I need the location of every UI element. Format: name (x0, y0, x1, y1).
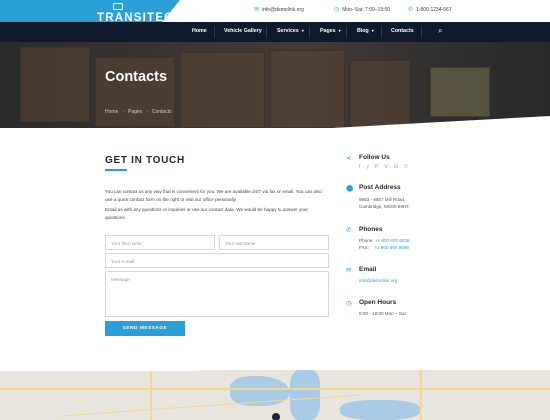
twitter-icon[interactable]: y (366, 164, 369, 170)
nav-pages[interactable]: Pages ▾ (320, 28, 341, 34)
email-field[interactable]: Your e-mail (105, 253, 329, 268)
nav-blog[interactable]: Blog ▾ (357, 28, 374, 34)
open-hours-title: Open Hours (359, 299, 397, 306)
phones-title: Phones (359, 226, 383, 233)
post-address-title: Post Address (359, 184, 401, 191)
nav-home[interactable]: Home (192, 28, 207, 34)
map-water (340, 400, 420, 420)
share-icon: ⋖ (346, 155, 352, 162)
post-address-line: Cambridge, MG09 99HT. (359, 204, 410, 209)
map-road (150, 370, 152, 420)
nav-divider (346, 26, 347, 38)
header-hours: ◷ Mon–Sat: 7:00–19:00 (334, 6, 391, 14)
search-icon[interactable]: ⌕ (438, 26, 442, 36)
breadcrumb-current: Contacts (151, 109, 172, 115)
send-message-button[interactable]: SEND MESSAGE (105, 321, 185, 336)
email-title: Email (359, 266, 377, 273)
social-links: f y P V G ℛ (359, 164, 408, 170)
post-address-line: 9863 - 9867 Mill Road, (359, 197, 406, 202)
section-heading: GET IN TOUCH (105, 155, 185, 166)
follow-us-title: Follow Us (359, 154, 390, 161)
vimeo-icon[interactable]: V (385, 164, 388, 170)
fax-link[interactable]: +1 800 889 9898 (374, 245, 409, 250)
phone-link[interactable]: +1 800 603 6035 (375, 238, 410, 243)
map-road (420, 370, 422, 420)
nav-vehicle-gallery[interactable]: Vehicle Gallery (224, 28, 262, 34)
nav-divider (381, 26, 382, 38)
header-phone[interactable]: ✆ 1-800-1234-567 (408, 6, 452, 14)
clock-icon: ◷ (334, 7, 340, 13)
nav-services[interactable]: Services ▾ (277, 28, 304, 34)
nav-divider (266, 26, 267, 38)
fax-line: FAX: +1 800 889 9898 (359, 245, 409, 250)
heading-underline (105, 169, 127, 171)
message-field[interactable]: Message (105, 271, 329, 317)
hero-banner: Contacts Home › Pages › Contacts (0, 42, 550, 128)
map-road (0, 388, 550, 390)
nav-divider (421, 26, 422, 38)
nav-contacts[interactable]: Contacts (391, 28, 414, 34)
map-water (290, 370, 320, 420)
breadcrumb-separator: › (122, 109, 125, 115)
chevron-down-icon: ▾ (371, 28, 374, 33)
nav-divider (214, 26, 215, 38)
location-map[interactable] (0, 370, 550, 420)
rss-icon[interactable]: ℛ (404, 164, 408, 170)
envelope-icon: ✉ (254, 7, 260, 13)
hero-overlay (0, 42, 550, 128)
intro-paragraph: You can contact us any way that is conve… (105, 189, 322, 202)
phone-line: Phone: +1 800 603 6035 (359, 238, 410, 243)
main-nav: Home Vehicle Gallery Services ▾ Pages ▾ Bl… (0, 22, 550, 42)
breadcrumb-home[interactable]: Home (105, 109, 118, 115)
breadcrumb-pages[interactable]: Pages (128, 109, 142, 115)
first-name-field[interactable]: Your first name (105, 235, 215, 250)
clock-icon: ◷ (346, 300, 352, 307)
truck-icon (113, 3, 123, 10)
page-title: Contacts (105, 69, 168, 85)
map-marker-icon[interactable] (272, 413, 280, 420)
map-pin-icon: ⬤ (346, 185, 354, 192)
chevron-down-icon: ▾ (301, 28, 304, 33)
breadcrumb-separator: › (146, 109, 148, 115)
header-email[interactable]: ✉ info@demolink.org (254, 6, 304, 14)
facebook-icon[interactable]: f (359, 164, 360, 170)
intro-paragraph: Email us with any questions or inquiries… (105, 207, 308, 220)
pinterest-icon[interactable]: P (375, 164, 378, 170)
open-hours-text: 8:00 - 18:00 Mon – Sat (359, 311, 406, 316)
breadcrumb: Home › Pages › Contacts (105, 109, 172, 115)
last-name-field[interactable]: Your last name (219, 235, 329, 250)
envelope-icon: ✉ (346, 267, 352, 274)
google-plus-icon[interactable]: G (394, 164, 398, 170)
phone-icon: ✆ (408, 7, 414, 13)
nav-divider (309, 26, 310, 38)
email-link[interactable]: info@demolink.org (359, 277, 397, 284)
phone-icon: ✆ (346, 227, 352, 234)
chevron-down-icon: ▾ (338, 28, 341, 33)
